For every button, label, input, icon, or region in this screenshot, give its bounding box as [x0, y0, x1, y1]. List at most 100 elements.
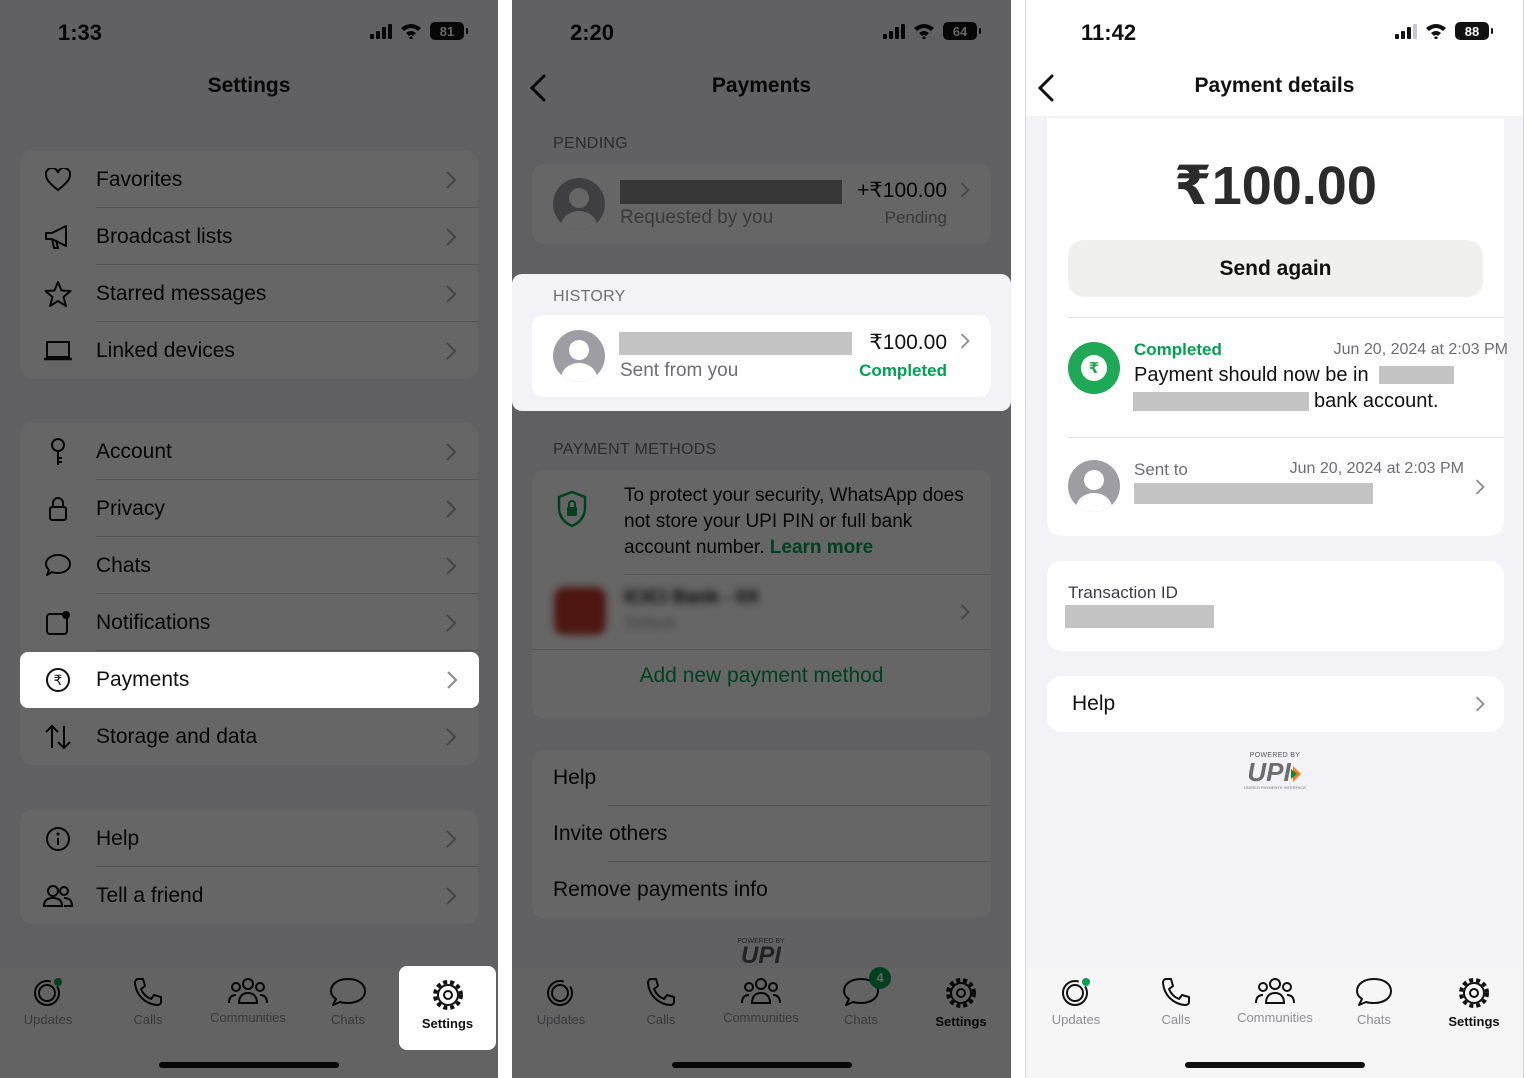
tab-label: Calls: [133, 1012, 163, 1027]
pending-amount: +₹100.00: [857, 179, 947, 202]
link-help[interactable]: Help: [532, 750, 991, 806]
phone-icon: [647, 978, 675, 1006]
redacted-bank-name: [1133, 392, 1309, 411]
upi-logo: POWERED BY UPI: [726, 938, 796, 968]
transaction-id-card: Transaction ID: [1047, 561, 1504, 651]
chevron-right-icon: [446, 613, 457, 632]
tab-settings[interactable]: Settings: [1429, 976, 1519, 1029]
tab-chats[interactable]: 4 Chats: [816, 967, 906, 1027]
signal-icon: [370, 23, 392, 39]
history-payment-row[interactable]: Sent from you ₹100.00 Completed: [532, 315, 991, 397]
tab-label: Calls: [646, 1012, 676, 1027]
home-indicator: [1184, 1062, 1365, 1068]
settings-item-storage-and-data[interactable]: Storage and data: [20, 708, 478, 765]
tab-label: Communities: [1237, 1010, 1313, 1025]
tab-calls[interactable]: Calls: [1131, 976, 1221, 1027]
tab-label: Chats: [331, 1012, 365, 1027]
tab-communities[interactable]: Communities: [1230, 976, 1320, 1025]
tab-label: Updates: [536, 1012, 586, 1027]
settings-item-payments[interactable]: ₹ Payments: [20, 652, 479, 708]
settings-gear-icon: [432, 980, 463, 1010]
settings-item-label: Privacy: [96, 496, 165, 520]
wifi-icon: [1426, 24, 1446, 39]
chevron-right-icon: [446, 341, 457, 360]
settings-item-label: Account: [96, 439, 172, 463]
bank-name: ICICI Bank - 0X: [624, 587, 760, 608]
phone-icon: [1162, 978, 1190, 1006]
tab-chats[interactable]: Chats: [303, 976, 393, 1027]
tab-chats[interactable]: Chats: [1329, 976, 1419, 1027]
link-invite-others[interactable]: Invite others: [532, 806, 991, 862]
page-title: Payments: [711, 74, 812, 97]
tab-communities[interactable]: Communities: [716, 976, 806, 1025]
learn-more-link[interactable]: Learn more: [770, 537, 873, 558]
settings-gear-icon: [946, 978, 976, 1008]
link-label: Help: [553, 766, 597, 789]
shield-lock-icon: [557, 490, 587, 528]
key-icon: [42, 436, 74, 468]
chevron-right-icon: [446, 227, 457, 246]
security-notice: To protect your security, WhatsApp does …: [624, 483, 984, 561]
wifi-icon: [914, 24, 934, 39]
section-header-history: HISTORY: [553, 288, 626, 305]
megaphone-icon: [42, 221, 74, 253]
help-row[interactable]: Help: [1047, 676, 1504, 732]
settings-item-linked-devices[interactable]: Linked devices: [20, 322, 478, 379]
tab-communities[interactable]: Communities: [203, 976, 293, 1025]
tab-calls[interactable]: Calls: [616, 976, 706, 1027]
payment-methods-card: To protect your security, WhatsApp does …: [532, 470, 991, 718]
settings-item-help[interactable]: Help: [20, 810, 478, 867]
settings-item-broadcast-lists[interactable]: Broadcast lists: [20, 208, 478, 265]
tab-label: Communities: [723, 1010, 799, 1025]
settings-item-favorites[interactable]: Favorites: [20, 151, 478, 208]
send-again-button[interactable]: Send again: [1068, 240, 1483, 297]
settings-item-label: Tell a friend: [96, 883, 204, 907]
tab-settings[interactable]: Settings: [916, 976, 1006, 1029]
settings-gear-icon: [1459, 978, 1489, 1008]
settings-item-chats[interactable]: Chats: [20, 537, 478, 594]
history-subtitle: Sent from you: [620, 360, 739, 381]
settings-item-label: Favorites: [96, 167, 183, 191]
pending-status: Pending: [884, 208, 947, 227]
settings-item-account[interactable]: Account: [20, 423, 478, 480]
history-status: Completed: [859, 361, 947, 380]
sent-to-label: Sent to: [1134, 460, 1188, 479]
wifi-icon: [401, 24, 421, 39]
laptop-icon: [42, 335, 74, 367]
help-label: Help: [1072, 692, 1116, 715]
phone-icon: [134, 978, 162, 1006]
tab-updates[interactable]: Updates: [516, 976, 606, 1027]
status-time: 1:33: [58, 20, 103, 45]
link-remove-payments-info[interactable]: Remove payments info: [532, 862, 991, 918]
bank-logo-icon: [554, 587, 606, 635]
upi-logo-word: UPI: [1235, 759, 1315, 785]
bank-default-label: Default: [624, 615, 675, 632]
payments-screen: 2:20 64 Payments PENDING Requested by yo…: [512, 0, 1011, 1078]
avatar: [1068, 460, 1120, 512]
settings-item-label: Notifications: [96, 610, 211, 634]
status-icons: 81: [370, 22, 468, 40]
tab-updates[interactable]: Updates: [1031, 976, 1121, 1027]
bank-account-row[interactable]: ICICI Bank - 0X Default: [532, 575, 991, 649]
settings-item-tell-a-friend[interactable]: Tell a friend: [20, 867, 478, 924]
pending-payment-row[interactable]: Requested by you +₹100.00 Pending: [532, 164, 991, 244]
tab-label: Settings: [421, 1016, 474, 1031]
settings-item-starred-messages[interactable]: Starred messages: [20, 265, 478, 322]
communities-icon: [228, 978, 268, 1004]
status-bar: 1:33 81: [0, 0, 498, 62]
updates-icon: [1062, 978, 1090, 1006]
settings-item-privacy[interactable]: Privacy: [20, 480, 478, 537]
pending-subtitle: Requested by you: [620, 207, 774, 228]
chevron-right-icon: [447, 671, 458, 689]
notification-icon: [42, 607, 74, 639]
sent-to-row[interactable]: Sent to Jun 20, 2024 at 2:03 PM: [1047, 438, 1504, 536]
history-amount: ₹100.00: [869, 331, 947, 354]
tab-calls[interactable]: Calls: [103, 976, 193, 1027]
settings-item-notifications[interactable]: Notifications: [20, 594, 478, 651]
tab-updates[interactable]: Updates: [3, 976, 93, 1027]
chats-icon: [330, 978, 366, 1006]
tab-settings[interactable]: Settings: [399, 966, 496, 1050]
add-payment-method-button[interactable]: Add new payment method: [532, 664, 991, 688]
chevron-right-icon: [446, 886, 457, 905]
history-section: HISTORY Sent from you ₹100.00 Completed: [512, 274, 1011, 411]
